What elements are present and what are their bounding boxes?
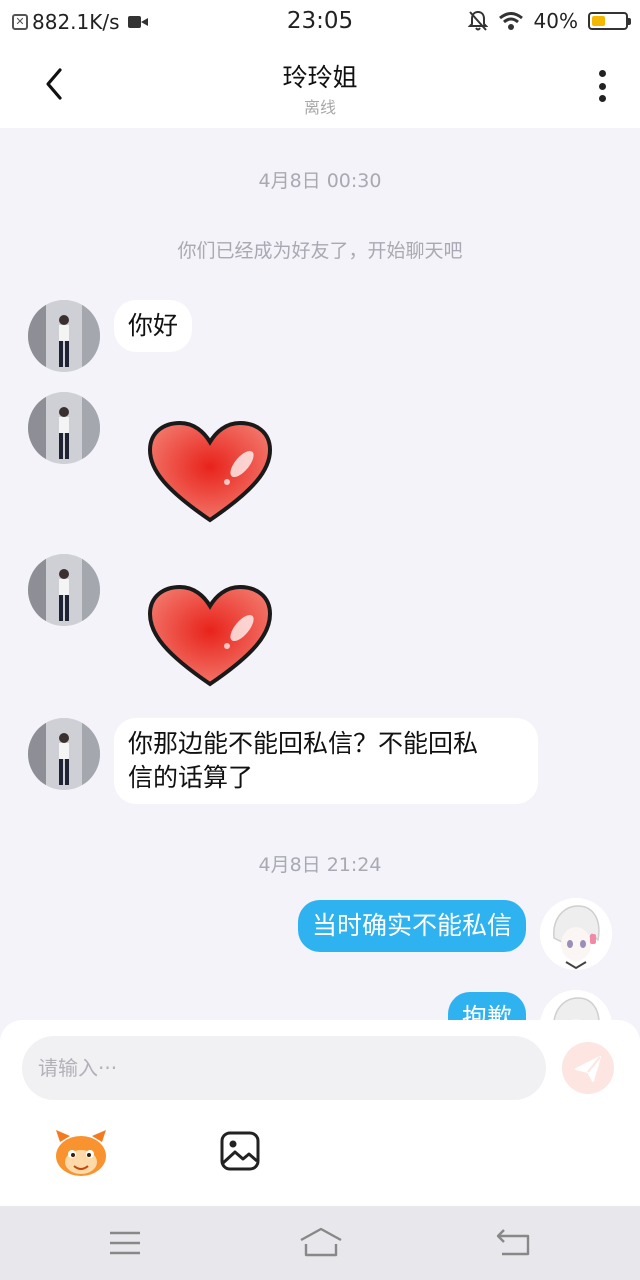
message-bubble-outgoing[interactable]: 当时确实不能私信 bbox=[297, 900, 526, 952]
message-line: 信的话算了 bbox=[128, 763, 254, 792]
image-button[interactable] bbox=[219, 1130, 261, 1172]
my-avatar-illustration bbox=[540, 898, 612, 970]
emoji-sticker-button[interactable] bbox=[52, 1128, 110, 1180]
system-message: 你们已经成为好友了，开始聊天吧 bbox=[177, 240, 463, 262]
more-vertical-icon bbox=[598, 70, 606, 77]
send-button[interactable] bbox=[562, 1042, 614, 1094]
heart-sticker[interactable] bbox=[146, 420, 274, 524]
message-bubble-incoming[interactable]: 你好 bbox=[114, 300, 193, 352]
more-vertical-icon-dot bbox=[598, 82, 606, 90]
my-avatar[interactable] bbox=[540, 898, 612, 970]
contact-status: 离线 bbox=[303, 98, 336, 117]
wifi-icon bbox=[498, 12, 523, 30]
message-line: 你那边能不能回私信？不能回私 bbox=[128, 729, 479, 758]
contact-avatar-photo bbox=[28, 392, 100, 464]
emoji-sticker-icon bbox=[56, 1130, 106, 1176]
send-icon bbox=[575, 1056, 601, 1082]
contact-avatar-photo bbox=[28, 554, 100, 626]
contact-avatar-photo bbox=[28, 718, 100, 790]
menu-icon[interactable] bbox=[108, 1229, 142, 1257]
battery-icon bbox=[588, 12, 631, 30]
battery-fill bbox=[592, 16, 605, 26]
contact-avatar[interactable] bbox=[28, 300, 100, 372]
chat-message-list[interactable]: 4月8日 00:30 你们已经成为好友了，开始聊天吧 你好 你那边能不能回私信？… bbox=[0, 128, 640, 1020]
message-input[interactable] bbox=[22, 1036, 546, 1100]
heart-sticker[interactable] bbox=[146, 584, 274, 688]
contact-name: 玲玲姐 bbox=[282, 63, 358, 92]
contact-avatar[interactable] bbox=[28, 554, 100, 626]
message-timestamp: 4月8日 21:24 bbox=[258, 854, 382, 876]
my-avatar-illustration bbox=[540, 990, 612, 1020]
bell-off-icon bbox=[467, 10, 488, 31]
message-bubble-incoming[interactable]: 你那边能不能回私信？不能回私 信的话算了 bbox=[114, 718, 538, 804]
message-bubble-outgoing[interactable]: 抱歉 bbox=[447, 992, 526, 1020]
image-icon bbox=[220, 1131, 260, 1171]
home-icon[interactable] bbox=[298, 1226, 344, 1258]
back-icon[interactable] bbox=[496, 1226, 532, 1258]
my-avatar[interactable] bbox=[540, 990, 612, 1020]
contact-avatar[interactable] bbox=[28, 392, 100, 464]
more-vertical-icon-dot bbox=[598, 95, 606, 102]
status-right: 40% bbox=[467, 9, 631, 33]
battery-percent: 40% bbox=[533, 9, 578, 33]
message-composer bbox=[0, 1020, 640, 1206]
status-bar: ✕ 882.1K/s 23:05 40% bbox=[0, 0, 640, 44]
system-navigation-bar bbox=[0, 1206, 640, 1280]
contact-avatar-photo bbox=[28, 300, 100, 372]
chat-header: 玲玲姐 离线 bbox=[0, 44, 640, 128]
message-timestamp: 4月8日 00:30 bbox=[258, 170, 382, 192]
more-options-button[interactable] bbox=[588, 66, 616, 106]
contact-avatar[interactable] bbox=[28, 718, 100, 790]
